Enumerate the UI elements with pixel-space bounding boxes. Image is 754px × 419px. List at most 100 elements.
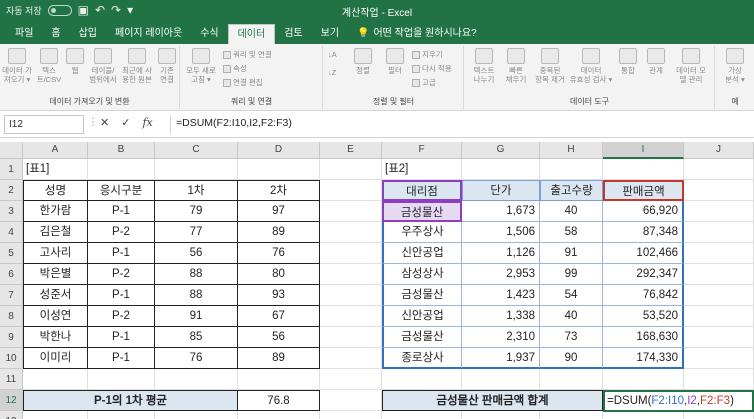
tab-review[interactable]: 검토 bbox=[275, 24, 311, 44]
table2-cell[interactable]: 1,506 bbox=[462, 222, 540, 243]
text-to-columns-button[interactable]: 텍스트 나누기 bbox=[469, 48, 499, 84]
tab-file[interactable]: 파일 bbox=[6, 24, 42, 44]
table2-cell[interactable]: 1,338 bbox=[462, 306, 540, 327]
empty-cell[interactable] bbox=[684, 348, 754, 369]
column-header-j[interactable]: J bbox=[684, 142, 754, 159]
table1-cell[interactable]: 91 bbox=[155, 306, 238, 327]
tab-insert[interactable]: 삽입 bbox=[70, 24, 106, 44]
empty-cell[interactable] bbox=[684, 411, 754, 419]
empty-cell[interactable] bbox=[540, 369, 603, 390]
empty-cell[interactable] bbox=[320, 390, 382, 411]
table2-cell[interactable]: 금성물산 bbox=[382, 285, 462, 306]
refresh-all-button[interactable]: 모두 새로 고침 ▾ bbox=[183, 48, 219, 84]
row-header-4[interactable]: 4 bbox=[0, 222, 23, 243]
column-header-i[interactable]: I bbox=[603, 142, 684, 159]
table2-cell[interactable]: 40 bbox=[540, 306, 603, 327]
empty-cell[interactable] bbox=[88, 369, 155, 390]
table2-cell[interactable]: 삼성상사 bbox=[382, 264, 462, 285]
empty-cell[interactable] bbox=[320, 243, 382, 264]
table2-header[interactable]: 단가 bbox=[462, 180, 540, 201]
row-header-2[interactable]: 2 bbox=[0, 180, 23, 201]
cancel-icon[interactable]: ✕ bbox=[100, 116, 109, 129]
column-header-h[interactable]: H bbox=[540, 142, 603, 159]
table2-header[interactable]: 대리점 bbox=[382, 180, 462, 201]
empty-cell[interactable] bbox=[88, 159, 155, 180]
table2-cell[interactable]: 87,348 bbox=[603, 222, 684, 243]
table1-cell[interactable]: 성준서 bbox=[23, 285, 88, 306]
empty-cell[interactable] bbox=[603, 369, 684, 390]
remove-duplicates-button[interactable]: 중복된 항목 제거 bbox=[533, 48, 567, 84]
column-header-f[interactable]: F bbox=[382, 142, 462, 159]
active-formula-cell[interactable]: =DSUM(F2:I10,I2,F2:F3) bbox=[603, 390, 754, 412]
table1-cell[interactable]: 88 bbox=[155, 264, 238, 285]
table1-header[interactable]: 2차 bbox=[238, 180, 320, 201]
empty-cell[interactable] bbox=[320, 348, 382, 369]
empty-cell[interactable] bbox=[238, 369, 320, 390]
queries-connections-button[interactable]: 쿼리 및 연결 bbox=[223, 49, 272, 60]
table2-cell[interactable]: 76,842 bbox=[603, 285, 684, 306]
empty-cell[interactable] bbox=[320, 201, 382, 222]
column-header-d[interactable]: D bbox=[238, 142, 320, 159]
row-header-3[interactable]: 3 bbox=[0, 201, 23, 222]
row-header-5[interactable]: 5 bbox=[0, 243, 23, 264]
empty-cell[interactable] bbox=[540, 159, 603, 180]
column-header-e[interactable]: E bbox=[320, 142, 382, 159]
table1-label[interactable]: [표1] bbox=[23, 159, 88, 180]
table2-cell[interactable]: 1,423 bbox=[462, 285, 540, 306]
column-header-g[interactable]: G bbox=[462, 142, 540, 159]
empty-cell[interactable] bbox=[320, 306, 382, 327]
table2-cell[interactable]: 91 bbox=[540, 243, 603, 264]
table1-cell[interactable]: 고사리 bbox=[23, 243, 88, 264]
table1-header[interactable]: 응시구분 bbox=[88, 180, 155, 201]
empty-cell[interactable] bbox=[238, 159, 320, 180]
table2-cell[interactable]: 99 bbox=[540, 264, 603, 285]
sort-button[interactable]: 정렬 bbox=[348, 48, 378, 75]
enter-icon[interactable]: ✓ bbox=[121, 116, 130, 129]
empty-cell[interactable] bbox=[684, 180, 754, 201]
empty-cell[interactable] bbox=[684, 159, 754, 180]
table1-cell[interactable]: 56 bbox=[155, 243, 238, 264]
relationships-button[interactable]: 관계 bbox=[643, 48, 669, 75]
empty-cell[interactable] bbox=[684, 306, 754, 327]
table1-cell[interactable]: 89 bbox=[238, 222, 320, 243]
table1-cell[interactable]: 박은별 bbox=[23, 264, 88, 285]
table2-cell[interactable]: 금성물산 bbox=[382, 327, 462, 348]
empty-cell[interactable] bbox=[155, 369, 238, 390]
row-header-9[interactable]: 9 bbox=[0, 327, 23, 348]
table1-cell[interactable]: 93 bbox=[238, 285, 320, 306]
table2-cell[interactable]: 종로상사 bbox=[382, 348, 462, 369]
table1-cell[interactable]: P-1 bbox=[88, 285, 155, 306]
edit-links-button[interactable]: 연결 편집 bbox=[223, 77, 263, 88]
empty-cell[interactable] bbox=[462, 369, 540, 390]
table2-cell[interactable]: 40 bbox=[540, 201, 603, 222]
properties-button[interactable]: 속성 bbox=[223, 63, 247, 74]
empty-cell[interactable] bbox=[155, 159, 238, 180]
table2-cell[interactable]: 58 bbox=[540, 222, 603, 243]
what-if-button[interactable]: 가상 분석 ▾ bbox=[720, 48, 750, 84]
table2-result-label[interactable]: 금성물산 판매금액 합계 bbox=[382, 390, 603, 411]
table1-cell[interactable]: 76 bbox=[238, 243, 320, 264]
table1-cell[interactable]: 김은철 bbox=[23, 222, 88, 243]
empty-cell[interactable] bbox=[462, 411, 540, 419]
empty-cell[interactable] bbox=[320, 180, 382, 201]
table1-result-value[interactable]: 76.8 bbox=[238, 390, 320, 411]
table1-cell[interactable]: P-1 bbox=[88, 348, 155, 369]
table1-cell[interactable]: 77 bbox=[155, 222, 238, 243]
empty-cell[interactable] bbox=[684, 369, 754, 390]
table2-cell[interactable]: 54 bbox=[540, 285, 603, 306]
table2-cell[interactable]: 1,126 bbox=[462, 243, 540, 264]
table2-cell[interactable]: 1,937 bbox=[462, 348, 540, 369]
empty-cell[interactable] bbox=[320, 159, 382, 180]
table2-cell[interactable]: 2,953 bbox=[462, 264, 540, 285]
table1-header[interactable]: 성명 bbox=[23, 180, 88, 201]
empty-cell[interactable] bbox=[238, 411, 320, 419]
tab-page-layout[interactable]: 페이지 레이아웃 bbox=[106, 24, 191, 44]
filter-button[interactable]: 필터 bbox=[380, 48, 410, 75]
row-header-10[interactable]: 10 bbox=[0, 348, 23, 369]
empty-cell[interactable] bbox=[684, 285, 754, 306]
insert-function-icon[interactable]: fx bbox=[142, 116, 152, 129]
table1-header[interactable]: 1차 bbox=[155, 180, 238, 201]
table2-cell[interactable]: 102,466 bbox=[603, 243, 684, 264]
table2-header[interactable]: 출고수량 bbox=[540, 180, 603, 201]
text-csv-button[interactable]: 텍스 트/CSV bbox=[34, 48, 64, 84]
